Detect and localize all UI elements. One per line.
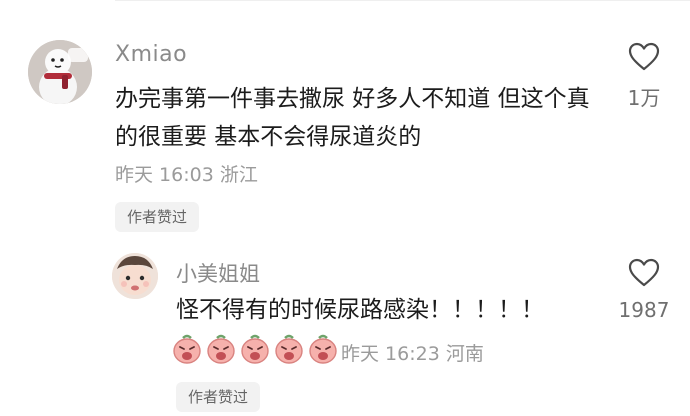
peach-emoji-icon bbox=[241, 334, 269, 364]
comment-time: 昨天 16:03 bbox=[115, 164, 214, 186]
author-liked-badge: 作者赞过 bbox=[176, 382, 261, 412]
emoji-row bbox=[172, 333, 338, 369]
author-liked-badge: 作者赞过 bbox=[115, 202, 200, 232]
reply-time: 昨天 16:23 bbox=[341, 343, 440, 365]
peach-emoji-icon bbox=[173, 334, 201, 364]
reply-text: 怪不得有的时候尿路感染！！！！！ bbox=[176, 297, 544, 323]
username[interactable]: Xmiao bbox=[115, 42, 187, 67]
divider bbox=[115, 0, 690, 1]
reply-location: 河南 bbox=[445, 343, 484, 365]
comment-text: 办完事第一件事去撒尿 好多人不知道 但这个真的很重要 基本不会得尿道炎的 bbox=[115, 86, 590, 150]
peach-emoji-icon bbox=[275, 334, 303, 364]
like-count: 1987 bbox=[618, 298, 670, 322]
snowman-avatar-icon bbox=[28, 40, 92, 104]
comment-meta: 昨天 16:03 浙江 bbox=[115, 160, 258, 187]
reply-meta: 昨天 16:23 河南 bbox=[341, 339, 484, 366]
username[interactable]: 小美姐姐 bbox=[176, 258, 260, 288]
like-button[interactable]: 1万 bbox=[614, 42, 674, 111]
peach-emoji-icon bbox=[309, 334, 337, 364]
heart-outline-icon[interactable] bbox=[614, 42, 674, 72]
avatar[interactable] bbox=[28, 40, 92, 104]
like-button[interactable]: 1987 bbox=[614, 258, 674, 322]
baby-face-avatar-icon bbox=[112, 253, 158, 299]
like-count: 1万 bbox=[627, 86, 661, 110]
heart-outline-icon[interactable] bbox=[614, 258, 674, 288]
avatar[interactable] bbox=[112, 253, 158, 299]
peach-emoji-icon bbox=[207, 334, 235, 364]
comment-location: 浙江 bbox=[219, 164, 258, 186]
comment-thread: Xmiao 办完事第一件事去撒尿 好多人不知道 但这个真的很重要 基本不会得尿道… bbox=[0, 0, 690, 416]
